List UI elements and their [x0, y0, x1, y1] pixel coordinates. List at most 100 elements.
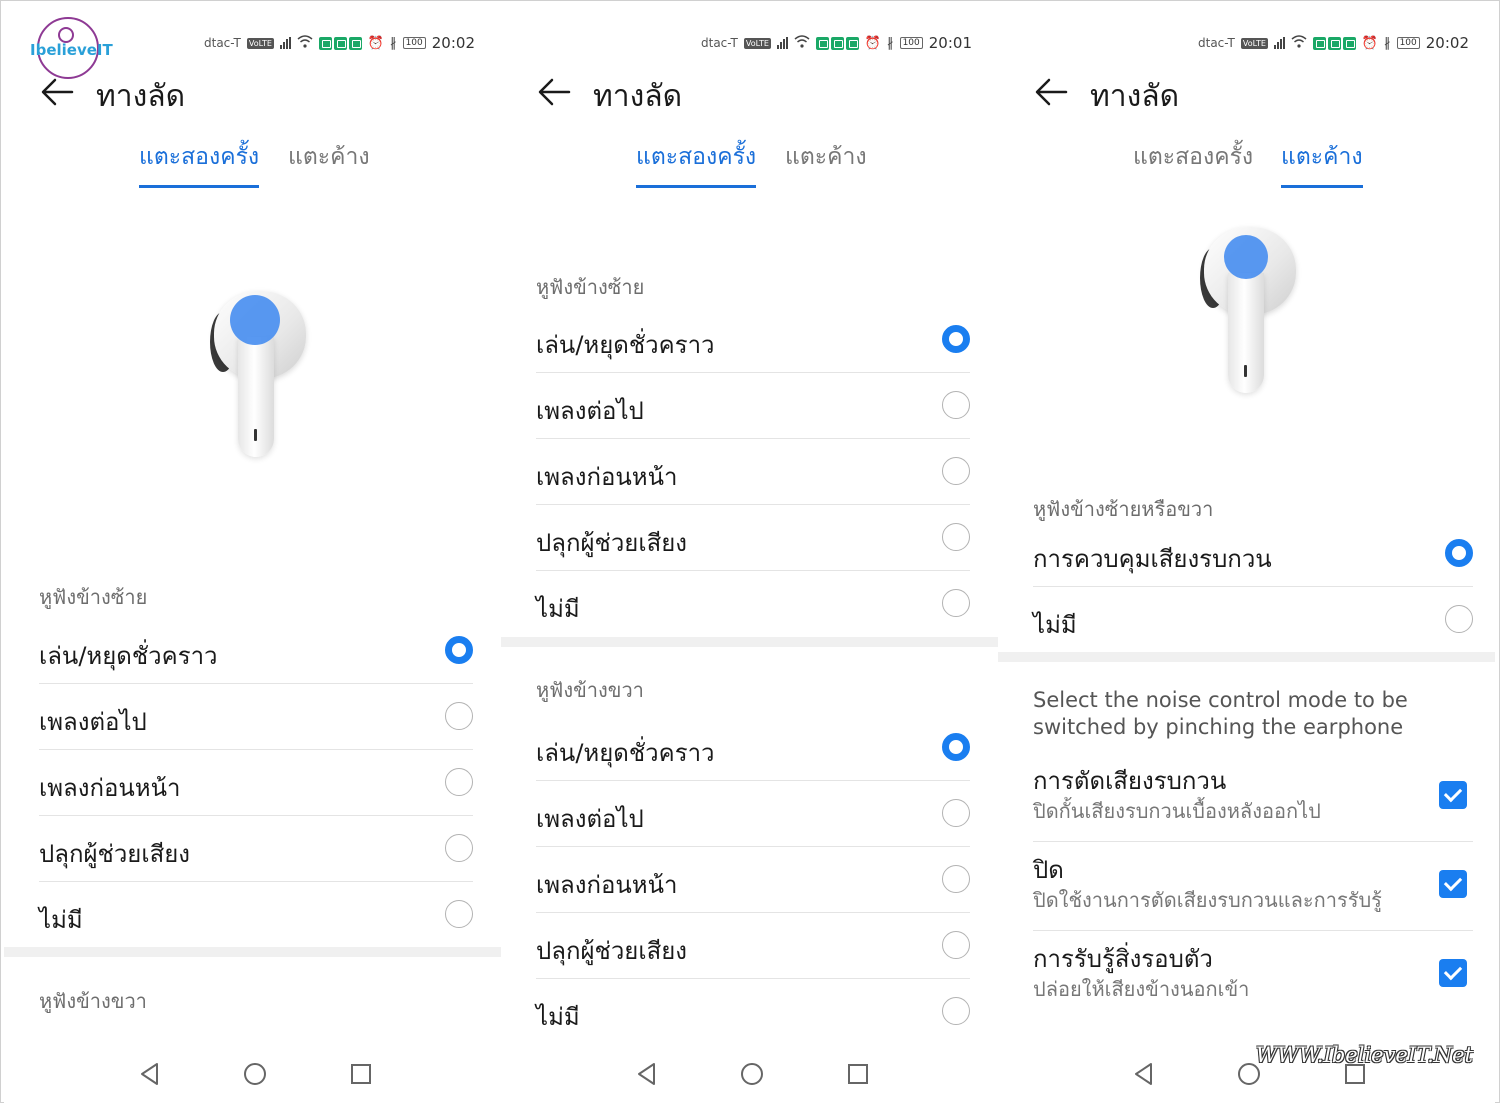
- radio-unselected[interactable]: [942, 931, 970, 959]
- radio-selected[interactable]: [942, 733, 970, 761]
- option-label: การควบคุมเสียงรบกวน: [1033, 545, 1272, 573]
- option-label: เพลงก่อนหน้า: [536, 871, 678, 899]
- battery-icon: 100: [1396, 37, 1420, 49]
- alarm-icon: ⏰: [864, 35, 882, 51]
- screen-double-tap-left: IbelieveIT dtac-T VoLTE ⏰ ∦ 100 20:02 ทา…: [4, 1, 501, 1103]
- option-row[interactable]: ปลุกผู้ช่วยเสียง: [536, 913, 970, 979]
- tab-double-tap[interactable]: แตะสองครั้ง: [139, 139, 260, 188]
- alarm-icon: ⏰: [367, 35, 385, 51]
- option-label: เพลงก่อนหน้า: [536, 463, 678, 491]
- option-label: เพลงต่อไป: [536, 397, 644, 425]
- nav-home-icon[interactable]: [739, 1061, 765, 1087]
- radio-unselected[interactable]: [942, 589, 970, 617]
- option-row[interactable]: เพลงก่อนหน้า: [536, 439, 970, 505]
- bluetooth-icon: ∦: [887, 35, 894, 51]
- radio-unselected[interactable]: [445, 900, 473, 928]
- option-row[interactable]: เล่น/หยุดชั่วคราว: [536, 307, 970, 373]
- tab-long-press[interactable]: แตะค้าง: [785, 139, 867, 185]
- noise-mode-row[interactable]: ปิด ปิดใช้งานการตัดเสียงรบกวนและการรับรู…: [1033, 842, 1473, 931]
- radio-selected[interactable]: [942, 325, 970, 353]
- option-row[interactable]: เพลงต่อไป: [536, 373, 970, 439]
- earbud-illustration: [1194, 223, 1304, 403]
- nav-back-icon[interactable]: [634, 1061, 660, 1087]
- volte-icon: VoLTE: [1240, 37, 1268, 49]
- tab-double-tap[interactable]: แตะสองครั้ง: [1133, 139, 1253, 185]
- tab-bar: แตะสองครั้ง แตะค้าง: [998, 139, 1495, 188]
- back-arrow-icon[interactable]: [40, 75, 74, 109]
- tab-long-press[interactable]: แตะค้าง: [288, 139, 370, 185]
- back-arrow-icon[interactable]: [537, 75, 571, 109]
- alarm-icon: ⏰: [1361, 35, 1379, 51]
- option-row[interactable]: ไม่มี: [1033, 587, 1473, 653]
- mode-subtitle: ปิดใช้งานการตัดเสียงรบกวนและการรับรู้: [1033, 888, 1382, 912]
- app-notification-icon: [1312, 36, 1326, 50]
- option-row[interactable]: ไม่มี: [536, 979, 970, 1045]
- radio-selected[interactable]: [1445, 539, 1473, 567]
- screen-double-tap-both: dtac-T VoLTE ⏰ ∦ 100 20:01 ทางลัด แตะสอง…: [501, 1, 998, 1103]
- radio-unselected[interactable]: [445, 702, 473, 730]
- option-row[interactable]: ไม่มี: [536, 571, 970, 637]
- wifi-icon: [794, 34, 810, 52]
- nav-back-icon[interactable]: [1131, 1061, 1157, 1087]
- checkbox-checked[interactable]: [1439, 870, 1467, 898]
- option-label: ปลุกผู้ช่วยเสียง: [39, 840, 190, 868]
- section-label-left-earbud: หูฟังข้างซ้าย: [39, 585, 148, 609]
- app-notification-icon: [1327, 36, 1341, 50]
- option-row[interactable]: ไม่มี: [39, 882, 473, 948]
- option-label: ปลุกผู้ช่วยเสียง: [536, 937, 687, 965]
- checkbox-checked[interactable]: [1439, 781, 1467, 809]
- noise-mode-row[interactable]: การตัดเสียงรบกวน ปิดกั้นเสียงรบกวนเบื้อง…: [1033, 753, 1473, 842]
- status-bar: dtac-T VoLTE ⏰ ∦ 100 20:02: [204, 33, 475, 53]
- radio-unselected[interactable]: [942, 865, 970, 893]
- option-row[interactable]: ปลุกผู้ช่วยเสียง: [39, 816, 473, 882]
- option-row[interactable]: เพลงต่อไป: [536, 781, 970, 847]
- system-nav-bar: [501, 1047, 998, 1103]
- tap-indicator-dot: [230, 295, 280, 345]
- volte-icon: VoLTE: [246, 37, 274, 49]
- option-row[interactable]: การควบคุมเสียงรบกวน: [1033, 521, 1473, 587]
- nav-recents-icon[interactable]: [348, 1061, 374, 1087]
- tab-double-tap[interactable]: แตะสองครั้ง: [636, 139, 757, 188]
- section-label-right-earbud: หูฟังข้างขวา: [536, 678, 644, 702]
- option-row[interactable]: เพลงก่อนหน้า: [39, 750, 473, 816]
- earbud-illustration: [204, 287, 314, 467]
- checkbox-checked[interactable]: [1439, 959, 1467, 987]
- system-nav-bar: [4, 1047, 501, 1103]
- option-label: เพลงต่อไป: [39, 708, 147, 736]
- option-row[interactable]: เพลงต่อไป: [39, 684, 473, 750]
- radio-unselected[interactable]: [942, 457, 970, 485]
- nav-recents-icon[interactable]: [845, 1061, 871, 1087]
- logo-text: IbelieveIT: [30, 41, 113, 59]
- page-title: ทางลัด: [593, 79, 683, 114]
- nav-back-icon[interactable]: [137, 1061, 163, 1087]
- wifi-icon: [1291, 34, 1307, 52]
- option-row[interactable]: เล่น/หยุดชั่วคราว: [39, 618, 473, 684]
- radio-unselected[interactable]: [942, 799, 970, 827]
- radio-selected[interactable]: [445, 636, 473, 664]
- radio-unselected[interactable]: [445, 834, 473, 862]
- option-row[interactable]: ปลุกผู้ช่วยเสียง: [536, 505, 970, 571]
- back-arrow-icon[interactable]: [1034, 75, 1068, 109]
- wifi-icon: [297, 34, 313, 52]
- mode-subtitle: ปล่อยให้เสียงข้างนอกเข้า: [1033, 977, 1250, 1001]
- radio-unselected[interactable]: [942, 391, 970, 419]
- signal-icon: [1273, 37, 1285, 49]
- clock: 20:02: [1425, 34, 1469, 52]
- radio-unselected[interactable]: [942, 523, 970, 551]
- option-label: เล่น/หยุดชั่วคราว: [39, 642, 218, 670]
- nav-home-icon[interactable]: [242, 1061, 268, 1087]
- app-notification-icon: [1342, 36, 1356, 50]
- option-row[interactable]: เพลงก่อนหน้า: [536, 847, 970, 913]
- radio-unselected[interactable]: [445, 768, 473, 796]
- carrier-label: dtac-T: [204, 36, 241, 50]
- tab-long-press[interactable]: แตะค้าง: [1281, 139, 1363, 188]
- noise-mode-row[interactable]: การรับรู้สิ่งรอบตัว ปล่อยให้เสียงข้างนอก…: [1033, 931, 1473, 1020]
- screen-long-press: dtac-T VoLTE ⏰ ∦ 100 20:02 ทางลัด แตะสอง…: [998, 1, 1495, 1103]
- radio-unselected[interactable]: [1445, 605, 1473, 633]
- radio-unselected[interactable]: [942, 997, 970, 1025]
- option-row[interactable]: เล่น/หยุดชั่วคราว: [536, 715, 970, 781]
- page-title: ทางลัด: [1090, 79, 1180, 114]
- notification-icons: [1312, 36, 1356, 50]
- screenshot-frame: IbelieveIT dtac-T VoLTE ⏰ ∦ 100 20:02 ทา…: [0, 0, 1500, 1103]
- app-notification-icon: [333, 36, 347, 50]
